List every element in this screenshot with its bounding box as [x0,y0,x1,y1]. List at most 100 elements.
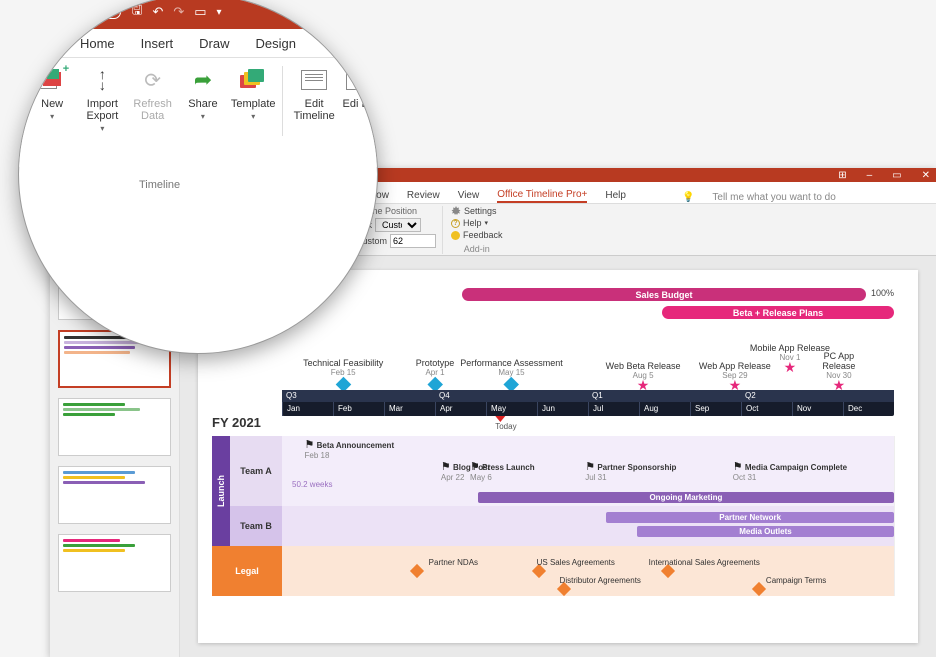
today-marker: Today [495,416,516,431]
ribbon-magnifier: AutoSave Off 🖫 ↶ ↷ ▭ ▾ File Home Insert … [18,0,378,354]
restore-icon[interactable]: ▭ [892,170,901,181]
template-button[interactable]: Template▾ [228,64,278,167]
tab-partial[interactable]: Tr [322,36,334,51]
layout-control-icon[interactable]: ⊞ [838,170,846,181]
tab-home[interactable]: Home [80,36,115,51]
task-flag[interactable]: ⚑ Press LaunchMay 6 [470,460,535,482]
month-label: Mar [384,402,435,416]
smile-icon [451,231,460,240]
settings-button[interactable]: Settings [451,206,503,216]
legal-diamond-icon[interactable] [752,582,766,596]
tab-insert[interactable]: Insert [141,36,174,51]
team-b-label: Team B [230,506,282,546]
tab-design[interactable]: Design [256,36,296,51]
bulb-icon: 💡 [682,192,694,203]
import-export-icon: ↑↓ [99,69,106,91]
quick-select[interactable]: Custom [375,218,421,232]
template-icon [240,69,266,91]
ribbon-tabs-mag: File Home Insert Draw Design Tr [19,29,377,57]
team-b-bar[interactable]: Media Outlets [637,526,894,537]
quarter-label: Q2 [741,390,894,402]
beta-release-bar[interactable]: Beta + Release Plans [662,306,894,319]
milestone-marker[interactable]: Technical FeasibilityFeb 15 [303,358,383,390]
quarter-label: Q3 [282,390,435,402]
star-icon: ★ [811,380,866,390]
flag-icon: ⚑ [733,461,743,473]
legal-milestone-label: International Sales Agreements [649,558,760,567]
edit-data-button[interactable]: Edi Da [341,64,377,167]
legal-diamond-icon[interactable] [410,564,424,578]
autosave-toggle[interactable]: AutoSave Off [31,5,121,19]
quick-access-toolbar: AutoSave Off 🖫 ↶ ↷ ▭ ▾ [19,0,377,29]
tab-view[interactable]: View [458,188,480,203]
month-label: Oct [741,402,792,416]
redo-icon[interactable]: ↷ [173,4,184,20]
timeline-group-label: Timeline [139,179,180,191]
flag-icon: ⚑ [305,439,315,451]
qat-more-icon[interactable]: ▾ [217,7,222,18]
milestone-marker[interactable]: PrototypeApr 1 [416,358,455,390]
milestone-marker[interactable]: Web Beta ReleaseAug 5★ [606,361,681,390]
slide-thumb[interactable] [58,398,171,456]
month-label: May [486,402,537,416]
tab-office-timeline[interactable]: Office Timeline Pro+ [497,187,587,203]
undo-icon[interactable]: ↶ [152,4,163,20]
tab-draw[interactable]: Draw [199,36,229,51]
tab-review[interactable]: Review [407,188,440,203]
refresh-button: ⟳ Refresh Data [128,64,178,167]
task-flag[interactable]: ⚑ Partner SponsorshipJul 31 [585,460,676,482]
toggle-switch[interactable]: Off [91,5,121,19]
minimize-icon[interactable]: – [867,170,873,181]
edit-timeline-icon [301,70,327,90]
legal-milestone-label: Distributor Agreements [560,576,641,585]
gear-icon [451,206,461,216]
flag-icon: ⚑ [441,461,451,473]
flag-icon: ⚑ [585,461,595,473]
milestone-marker[interactable]: Performance AssessmentMay 15 [460,358,563,390]
close-icon[interactable]: ✕ [922,170,930,181]
ongoing-marketing-bar[interactable]: Ongoing Marketing [478,492,894,503]
task-flag[interactable]: ⚑ Beta AnnouncementFeb 18 [305,438,395,460]
slide-content[interactable]: Sales Budget 100% Beta + Release Plans T… [198,270,918,643]
flag-icon: ⚑ [470,461,480,473]
month-label: Feb [333,402,384,416]
swimlane-legal: Legal [212,546,282,596]
share-icon: ➦ [194,67,212,93]
save-icon[interactable]: 🖫 [131,1,142,23]
fy-label: FY 2021 [212,415,261,430]
today-label: Today [495,422,516,431]
milestone-row: Technical FeasibilityFeb 15 PrototypeApr … [282,328,894,390]
present-icon[interactable]: ▭ [194,4,206,20]
addin-group-label: Add-in [451,244,503,254]
month-label: Jul [588,402,639,416]
gantt-inner: ⚑ Beta AnnouncementFeb 18⚑ Blog PostApr … [282,436,894,596]
import-export-button[interactable]: ↑↓ Import Export▾ [77,64,127,167]
help-button[interactable]: ?Help▾ [451,218,503,228]
tab-file[interactable]: File [33,36,54,51]
tab-help[interactable]: Help [605,188,626,203]
slide-thumb[interactable] [58,534,171,592]
team-b-bar[interactable]: Partner Network [606,512,894,523]
custom-input[interactable] [390,234,436,248]
quarter-label: Q1 [588,390,741,402]
autosave-label: AutoSave [31,5,86,19]
star-icon: ★ [606,380,681,390]
feedback-button[interactable]: Feedback [451,230,503,240]
month-label: Jan [282,402,333,416]
slide-thumb[interactable] [58,466,171,524]
new-button[interactable]: + New▾ [27,64,77,167]
task-flag[interactable]: ⚑ Media Campaign CompleteOct 31 [733,460,847,482]
milestone-marker[interactable]: PC App ReleaseNov 30★ [811,351,866,390]
sales-pct-label: 100% [871,288,894,298]
gantt-area: Launch Team A 50.2 weeks Team B Legal ⚑ … [212,436,894,596]
today-row: Today [282,416,904,430]
time-scale: Q3Q4Q1Q2JanFebMarAprMayJunJulAugSepOctNo… [282,390,894,416]
sales-budget-bar[interactable]: Sales Budget [462,288,866,301]
month-label: Aug [639,402,690,416]
edit-timeline-button[interactable]: Edit Timeline [287,64,341,167]
swimlane-launch: Launch [212,436,230,546]
month-label: Sep [690,402,741,416]
share-button[interactable]: ➦ Share▾ [178,64,228,167]
month-label: Apr [435,402,486,416]
tell-me-input[interactable]: Tell me what you want to do [712,192,835,203]
